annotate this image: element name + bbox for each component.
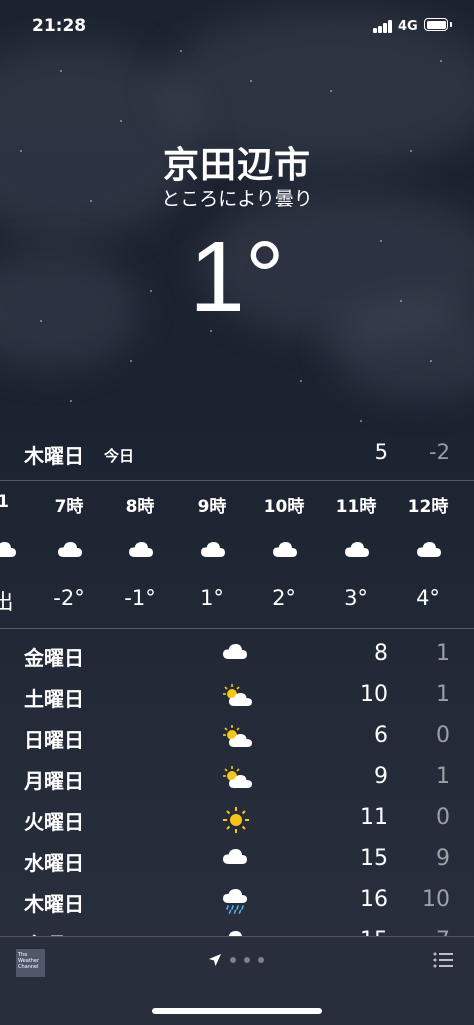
hour-label: 10時 — [263, 497, 305, 517]
hour-label: 1 — [0, 492, 9, 512]
hour-label: 8時 — [125, 497, 155, 517]
day-high: 15 — [360, 846, 388, 871]
page-dot — [230, 957, 236, 963]
day-low: 0 — [436, 723, 450, 748]
today-label: 今日 — [104, 447, 135, 465]
page-dot — [258, 957, 264, 963]
location-arrow-icon — [209, 954, 221, 966]
day-name: 木曜日 — [24, 892, 84, 916]
day-high: 16 — [360, 887, 388, 912]
rain-icon — [222, 888, 248, 918]
partly-sunny-icon — [222, 683, 254, 711]
sun-icon — [222, 806, 250, 838]
cloud-icon — [416, 540, 442, 562]
hour-temperature: 2° — [272, 586, 296, 610]
daily-row: 金曜日 8 1 — [0, 636, 474, 677]
weather-condition: ところにより曇り — [161, 188, 313, 210]
day-name: 金曜日 — [24, 646, 84, 670]
partly-sunny-icon — [222, 724, 254, 752]
hour-temperature: 3° — [344, 586, 368, 610]
weather-channel-logo[interactable]: The Weather Channel — [16, 949, 45, 977]
hourly-forecast[interactable]: 1 出 7時 -2° 8時 -1° 9時 1° 10時 2° 11時 3° 12時 4° — [0, 482, 474, 628]
day-name: 土曜日 — [24, 687, 84, 711]
current-temperature: 1° — [189, 221, 285, 333]
partly-sunny-icon — [222, 765, 254, 793]
home-indicator[interactable] — [152, 1008, 322, 1014]
hour-label: 12時 — [407, 497, 449, 517]
hour-label: 11時 — [335, 497, 377, 517]
daily-row: 木曜日 16 10 — [0, 882, 474, 923]
daily-row: 火曜日 11 0 — [0, 800, 474, 841]
day-low: 0 — [436, 805, 450, 830]
cloud-icon — [272, 540, 298, 562]
hour-temperature: -1° — [124, 586, 156, 610]
today-high: 5 — [374, 440, 388, 464]
hour-temperature: 1° — [200, 586, 224, 610]
divider — [0, 480, 474, 481]
cloud-icon — [344, 540, 370, 562]
cloud-icon — [222, 642, 248, 664]
list-icon[interactable] — [433, 951, 453, 969]
daily-row: 日曜日 6 0 — [0, 718, 474, 759]
today-low: -2 — [429, 440, 450, 464]
day-high: 11 — [360, 805, 388, 830]
status-time: 21:28 — [32, 16, 87, 36]
signal-icon — [373, 19, 395, 33]
day-name: 水曜日 — [24, 851, 84, 875]
cloud-icon — [222, 847, 248, 869]
day-low: 10 — [422, 887, 450, 912]
hour-temperature: 出 — [0, 590, 14, 614]
day-name: 日曜日 — [24, 728, 84, 752]
today-summary: 木曜日 今日 5 -2 — [0, 432, 474, 472]
cloud-icon — [200, 540, 226, 562]
network-type: 4G — [398, 19, 418, 34]
city-name: 京田辺市 — [162, 145, 311, 186]
hour-label: 7時 — [54, 497, 84, 517]
divider — [0, 628, 474, 629]
day-name: 火曜日 — [24, 810, 84, 834]
hour-temperature: -2° — [53, 586, 85, 610]
day-low: 9 — [436, 846, 450, 871]
day-high: 6 — [374, 723, 388, 748]
cloud-icon — [128, 540, 154, 562]
hour-temperature: 4° — [416, 586, 440, 610]
day-low: 1 — [436, 764, 450, 789]
day-name: 月曜日 — [24, 769, 84, 793]
day-low: 1 — [436, 641, 450, 666]
cloud-icon — [57, 540, 83, 562]
day-high: 9 — [374, 764, 388, 789]
battery-icon — [424, 18, 452, 31]
page-dot — [244, 957, 250, 963]
page-indicator[interactable] — [208, 951, 278, 971]
cloud-icon — [0, 540, 17, 562]
day-high: 8 — [374, 641, 388, 666]
hour-label: 9時 — [197, 497, 227, 517]
day-high: 10 — [360, 682, 388, 707]
day-low: 1 — [436, 682, 450, 707]
today-day: 木曜日 — [24, 444, 84, 468]
daily-row: 水曜日 15 9 — [0, 841, 474, 882]
daily-row: 月曜日 9 1 — [0, 759, 474, 800]
daily-row: 土曜日 10 1 — [0, 677, 474, 718]
status-bar: 21:28 4G — [0, 0, 474, 56]
